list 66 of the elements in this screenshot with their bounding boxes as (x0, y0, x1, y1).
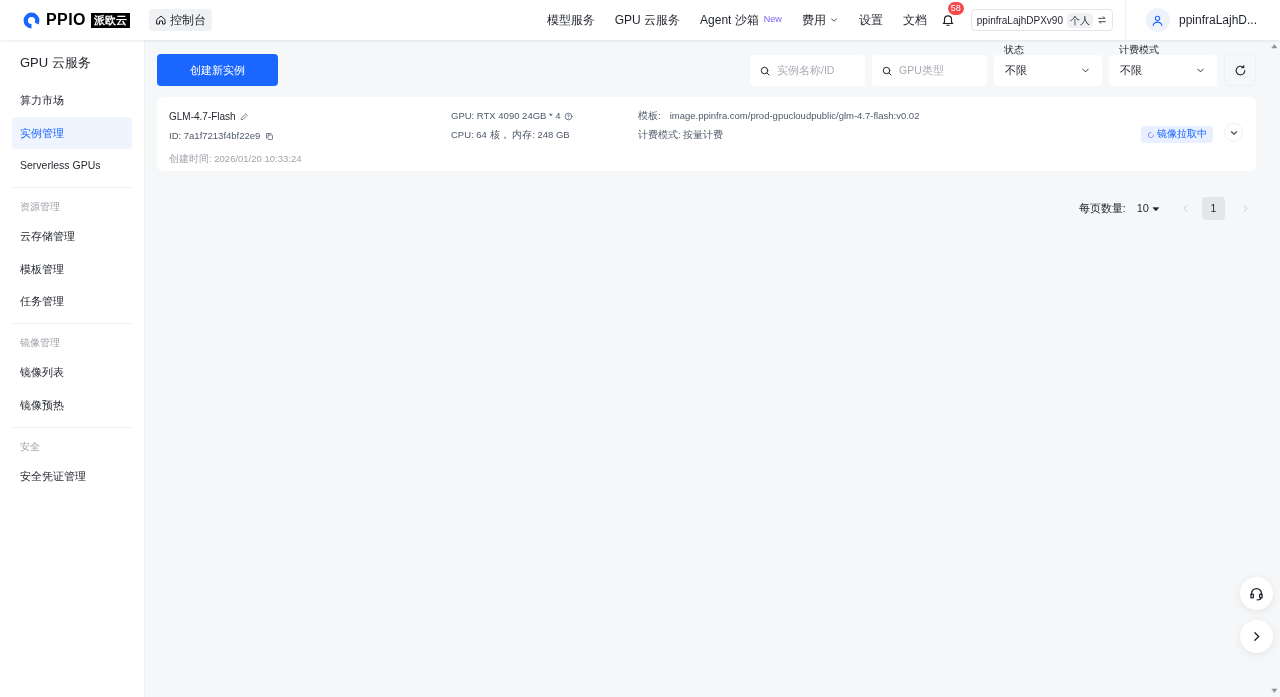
section-heading: 安全 (19, 439, 41, 454)
logo-icon (22, 10, 41, 30)
console-button[interactable]: 控制台 (148, 9, 212, 31)
next-button[interactable] (1240, 620, 1273, 653)
user-name[interactable]: ppinfraLajhD... (1178, 11, 1257, 29)
loading-icon (1147, 130, 1155, 139)
sidebar-title: GPU 云服务 (19, 54, 92, 72)
cpu-memory-spec: CPU: 64 核， 内存: 248 GB (451, 128, 571, 143)
support-button[interactable] (1240, 577, 1273, 610)
billing-mode: 计费模式: 按量计费 (638, 128, 725, 143)
page-button[interactable]: 1 (1202, 197, 1225, 220)
filter-label: 状态 (1004, 43, 1024, 55)
notification-badge: 58 (947, 2, 964, 15)
user-icon (1151, 13, 1165, 27)
template-label: 模板: (638, 109, 661, 123)
sidebar-item[interactable]: Serverless GPUs (12, 149, 132, 181)
bell-icon (940, 13, 955, 27)
nav-link[interactable]: 设置 (858, 11, 883, 29)
chevron-left-icon (1181, 204, 1190, 213)
nav-link[interactable]: 费用 (801, 11, 839, 29)
sidebar-item[interactable]: 镜像预热 (12, 388, 132, 421)
section-heading: 镜像管理 (19, 336, 61, 350)
swap-icon (1096, 15, 1107, 25)
gpu-spec: GPU: RTX 4090 24GB * 4 (451, 109, 561, 123)
sidebar-item[interactable]: 模板管理 (12, 252, 132, 285)
section-heading: 资源管理 (19, 200, 61, 214)
scroll-up-icon (1270, 43, 1278, 50)
sidebar-item[interactable]: 算力市场 (12, 84, 132, 116)
refresh-icon (1233, 63, 1247, 77)
nav-link[interactable]: GPU 云服务 (614, 11, 681, 29)
caret-icon (828, 15, 839, 25)
search-field[interactable]: 实例名称/ID (750, 54, 865, 86)
nav-link[interactable]: Agent 沙箱 New (700, 11, 782, 29)
filter-select[interactable]: 不限 (994, 54, 1102, 86)
home-icon (154, 14, 167, 26)
created-time: 创建时间: 2026/01/20 10:33:24 (169, 152, 303, 167)
sidebar-item[interactable]: 安全凭证管理 (12, 459, 132, 492)
logo-badge: 派欧云 (90, 12, 130, 28)
nav-link[interactable]: 模型服务 (546, 11, 595, 29)
nav-link[interactable]: 文档 (902, 11, 927, 29)
scroll-down-icon (1270, 687, 1278, 694)
headset-icon (1249, 586, 1264, 601)
filter-select[interactable]: 不限 (1109, 54, 1217, 86)
page-size-select[interactable]: 10 (1136, 200, 1160, 217)
instance-name: GLM-4.7-Flash (169, 110, 236, 124)
sidebar-item[interactable]: 云存储管理 (12, 220, 132, 252)
logo-text: PPIO (46, 10, 86, 30)
copy-icon (265, 131, 275, 141)
instance-id: ID: 7a1f7213f4bf22e9 (169, 129, 261, 143)
page-size-label: 每页数量: (1078, 200, 1126, 216)
sidebar-item[interactable]: 镜像列表 (12, 356, 132, 388)
search-icon (881, 64, 893, 77)
caret-icon (1152, 204, 1160, 213)
filter-label: 计费模式 (1119, 43, 1159, 55)
create-instance-button[interactable]: 创建新实例 (157, 54, 278, 86)
chevron-right-icon (1241, 204, 1250, 213)
search-field[interactable]: GPU类型 (872, 54, 987, 86)
account-type-tag: 个人 (1066, 12, 1093, 28)
account-switcher[interactable]: ppinfraLajhDPXv90 个人 (970, 9, 1113, 31)
status-badge: 镜像拉取中 (1141, 126, 1213, 143)
pencil-icon (239, 112, 249, 121)
sidebar-item[interactable]: 实例管理 (12, 116, 132, 149)
sidebar-item[interactable]: 任务管理 (12, 285, 132, 317)
refresh-button[interactable] (1224, 54, 1256, 86)
template-image: image.ppinfra.com/prod-gpucloudpublic/glm-4.7-flash:v0.02 (669, 109, 920, 123)
search-icon (759, 64, 771, 77)
